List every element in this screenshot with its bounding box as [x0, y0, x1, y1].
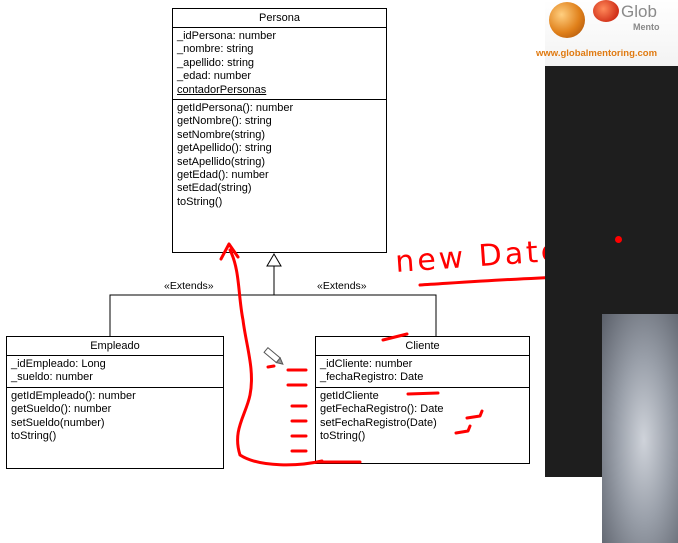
- brand-banner: Glob Mento www.globalmentoring.com: [536, 0, 678, 66]
- ink-dash: [381, 332, 409, 342]
- brand-subname: Mento: [633, 22, 660, 32]
- sidebar-video-panel: Glob Mento www.globalmentoring.com: [536, 0, 678, 543]
- ink-annotations: new Date();: [219, 230, 642, 467]
- red-dot-icon: [615, 236, 622, 243]
- ink-dash: [266, 364, 276, 369]
- ink-tick: [465, 409, 484, 420]
- webcam-feed: [602, 314, 678, 543]
- video-feed: [545, 66, 678, 543]
- pencil-cursor-icon: [263, 346, 284, 365]
- brand-url: www.globalmentoring.com: [536, 48, 658, 59]
- ink-tick: [454, 424, 472, 435]
- brand-name: Glob: [621, 2, 657, 21]
- globe-logo-icon: [549, 2, 585, 38]
- ink-underline: [406, 391, 440, 396]
- brand-g-logo-icon: [593, 0, 619, 22]
